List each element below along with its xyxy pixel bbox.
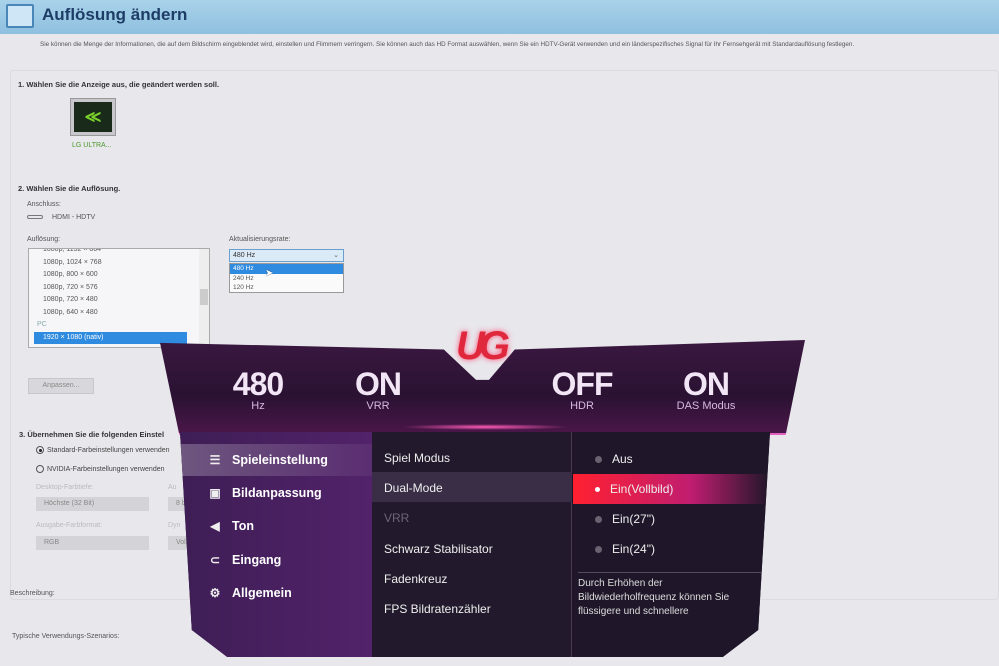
customize-button[interactable]: Anpassen... [28,378,94,394]
submenu-fadenkreuz[interactable]: Fadenkreuz [384,572,447,586]
chevron-down-icon: ⌄ [333,252,339,259]
option-aus[interactable]: Aus [573,444,770,474]
option-480[interactable]: 480 Hz [230,264,343,274]
list-item[interactable]: 1080p, 640 × 480 [29,307,209,320]
stat-refresh: 480 Hz [218,368,298,412]
description-label: Beschreibung: [10,590,55,597]
radio-nvidia-colors[interactable]: NVIDIA-Farbeinstellungen verwenden [36,465,165,473]
stat-unit: Hz [251,400,265,412]
option-description: Durch Erhöhen der Bildwiederholfrequenz … [578,572,763,619]
display-icon-lg-ultra[interactable]: ≪ [70,98,116,136]
list-item[interactable]: 1080p, 720 × 576 [29,282,209,295]
stat-unit: VRR [366,400,390,412]
gear-icon: ⚙ [209,586,221,600]
submenu-spiel-modus[interactable]: Spiel Modus [384,451,450,465]
hdmi-icon [27,215,43,219]
option-120[interactable]: 120 Hz [230,283,343,293]
format-label: Ausgabe-Farbformat: [36,522,103,529]
depth-select[interactable]: Höchste (32 Bit) [36,497,149,511]
osd-options: Aus Ein(Vollbild) Ein(27") Ein(24") Durc… [573,432,770,657]
option-ein-27[interactable]: Ein(27") [573,504,770,534]
scrollbar[interactable] [199,249,209,347]
step3-heading: 3. Übernehmen Sie die folgenden Einstel [19,430,165,439]
submenu-fps-counter[interactable]: FPS Bildratenzähler [384,602,491,616]
menu-item-spieleinstellung[interactable]: ☰ Spieleinstellung [180,444,372,476]
option-label: Aus [612,452,633,466]
group-label-pc: PC [37,321,47,328]
option-240[interactable]: 240 Hz [230,274,343,284]
picture-icon: ▣ [209,486,221,500]
refresh-rate-select[interactable]: 480 Hz ⌄ [229,249,344,262]
list-item[interactable]: 1080p, 720 × 480 [29,294,209,307]
depth-label: Desktop-Farbtiefe: [36,484,94,491]
stat-vrr: ON VRR [338,368,418,412]
menu-item-eingang[interactable]: ⊂ Eingang [180,544,372,576]
option-label: Ein(27") [612,512,655,526]
resolution-label: Auflösung: [27,236,61,243]
radio-standard-colors[interactable]: Standard-Farbeinstellungen verwenden [36,446,170,454]
step2-heading: 2. Wählen Sie die Auflösung. [18,184,121,193]
refresh-rate-options[interactable]: 480 Hz 240 Hz 120 Hz [229,263,344,293]
input-icon: ⊂ [209,553,221,567]
display-label: LG ULTRA... [72,142,112,149]
menu-item-bildanpassung[interactable]: ▣ Bildanpassung [180,477,372,509]
refresh-label: Aktualisierungsrate: [229,236,291,243]
list-item[interactable]: 1080p, 800 × 600 [29,269,209,282]
osd-menu-body: ☰ Spieleinstellung ▣ Bildanpassung ◀ Ton ⊂ E… [180,432,770,657]
submenu-schwarz-stabilisator[interactable]: Schwarz Stabilisator [384,542,493,556]
scenarios-label: Typische Verwendungs-Szenarios: [12,633,120,640]
menu-item-ton[interactable]: ◀ Ton [180,510,372,542]
step1-heading: 1. Wählen Sie die Anzeige aus, die geänd… [18,80,220,89]
list-item[interactable]: 1080p, 1024 × 768 [29,257,209,270]
stat-value: OFF [551,366,614,402]
lg-logo: UG [456,324,510,368]
radio-label: NVIDIA-Farbeinstellungen verwenden [47,465,165,473]
resolution-list[interactable]: 1080p, 1152 × 864 1080p, 1024 × 768 1080… [28,248,210,348]
stat-value: ON [683,366,730,402]
sliders-icon: ☰ [209,453,221,467]
page-title: Auflösung ändern [42,5,188,24]
menu-label: Spieleinstellung [232,453,328,467]
nvidia-logo-icon: ≪ [74,102,112,132]
connection-label: Anschluss: [27,201,61,208]
stat-value: 480 [232,366,284,402]
lg-osd-menu: UG 480 Hz ON VRR OFF HDR ON DAS Modus ☰ Spiel… [160,324,805,666]
option-ein-vollbild[interactable]: Ein(Vollbild) [573,474,770,504]
menu-label: Allgemein [232,586,292,600]
stat-hdr: OFF HDR [540,368,624,412]
stat-das: ON DAS Modus [660,368,752,412]
stat-value: ON [355,366,402,402]
osd-main-menu: ☰ Spieleinstellung ▣ Bildanpassung ◀ Ton ⊂ E… [180,432,372,657]
osd-submenu: Spiel Modus Dual-Mode VRR Schwarz Stabil… [372,432,572,657]
stat-unit: DAS Modus [676,400,736,412]
connection-value: HDMI - HDTV [52,214,96,221]
submenu-dual-mode[interactable]: Dual-Mode [384,481,443,495]
format-select[interactable]: RGB [36,536,149,550]
list-item[interactable]: 1080p, 1152 × 864 [29,249,209,257]
menu-label: Ton [232,519,254,533]
title-bar: Auflösung ändern [0,0,999,34]
radio-label: Standard-Farbeinstellungen verwenden [47,446,170,454]
cursor-icon: ➤ [265,268,274,279]
speaker-icon: ◀ [210,519,220,533]
page-description: Sie können die Menge der Informationen, … [40,41,855,48]
menu-label: Bildanpassung [232,486,322,500]
refresh-value: 480 Hz [233,252,256,259]
menu-item-allgemein[interactable]: ⚙ Allgemein [180,577,372,609]
menu-label: Eingang [232,553,282,567]
option-label: Ein(Vollbild) [610,482,674,496]
display-settings-icon [6,4,34,28]
submenu-vrr: VRR [384,511,410,525]
option-ein-24[interactable]: Ein(24") [573,534,770,564]
option-label: Ein(24") [612,542,655,556]
